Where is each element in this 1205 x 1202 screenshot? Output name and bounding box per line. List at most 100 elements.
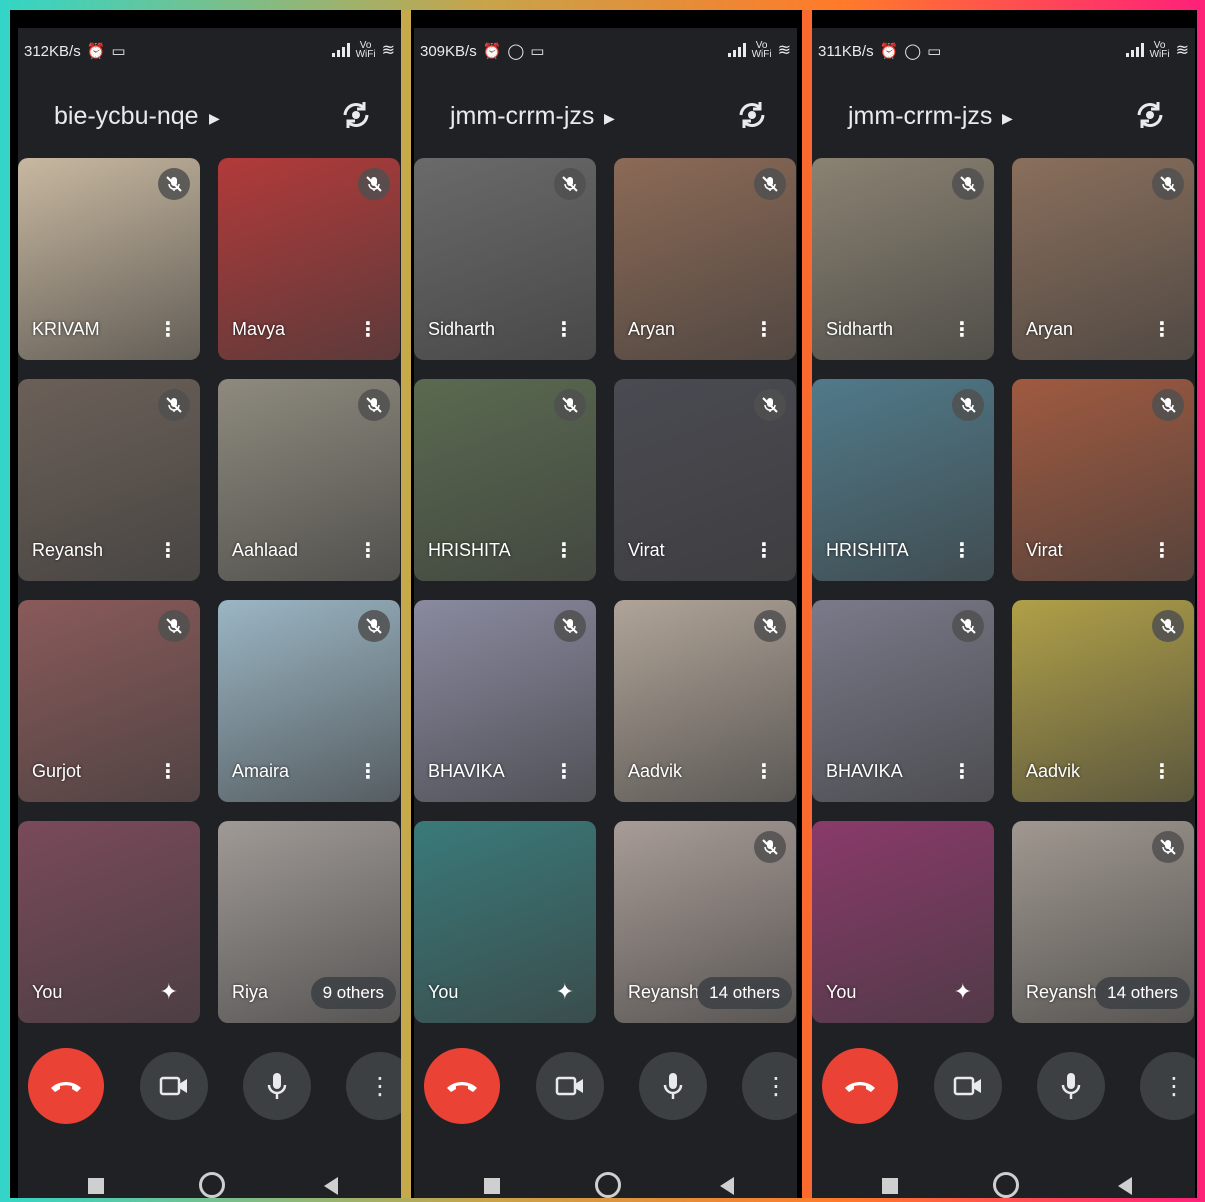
more-options-icon[interactable]: ⋮ xyxy=(1152,317,1172,342)
participant-tile[interactable]: KRIVAM ⋮ xyxy=(18,158,200,360)
participant-name: You xyxy=(428,982,459,1002)
participant-tile[interactable]: Virat ⋮ xyxy=(614,379,796,581)
others-count-badge[interactable]: 14 others xyxy=(1095,977,1190,1009)
caret-right-icon[interactable]: ▶ xyxy=(1002,110,1013,127)
participant-name: Virat xyxy=(628,540,665,560)
meeting-code[interactable]: jmm-crrm-jzs xyxy=(848,102,992,131)
participant-tile[interactable]: Mavya ⋮ xyxy=(218,158,400,360)
back-button[interactable] xyxy=(324,1177,338,1195)
more-options-icon[interactable]: ⋮ xyxy=(952,759,972,784)
microphone-button[interactable] xyxy=(1037,1052,1105,1120)
call-controls: ⋮ xyxy=(812,1048,1195,1124)
call-controls: ⋮ xyxy=(18,1048,401,1124)
participant-tile[interactable]: You ✦ xyxy=(414,821,596,1023)
participant-tile[interactable]: BHAVIKA ⋮ xyxy=(414,600,596,802)
participant-tile[interactable]: Aadvik ⋮ xyxy=(614,600,796,802)
more-options-button[interactable]: ⋮ xyxy=(1140,1052,1195,1120)
end-call-button[interactable] xyxy=(822,1048,898,1124)
effects-icon[interactable]: ✦ xyxy=(954,979,972,1005)
participant-tile[interactable]: You ✦ xyxy=(18,821,200,1023)
network-speed: 312KB/s xyxy=(24,42,81,60)
camera-toggle-button[interactable] xyxy=(140,1052,208,1120)
participant-tile[interactable]: Reyansh 14 others xyxy=(1012,821,1194,1023)
end-call-button[interactable] xyxy=(424,1048,500,1124)
participant-tile[interactable]: Gurjot ⋮ xyxy=(18,600,200,802)
participant-tile[interactable]: Aahlaad ⋮ xyxy=(218,379,400,581)
participant-tile[interactable]: Aryan ⋮ xyxy=(614,158,796,360)
participant-name: Amaira xyxy=(232,761,290,781)
more-options-icon[interactable]: ⋮ xyxy=(554,317,574,342)
participant-tile[interactable]: HRISHITA ⋮ xyxy=(812,379,994,581)
status-right: Vo WiFi ≋ xyxy=(727,40,791,60)
more-options-icon[interactable]: ⋮ xyxy=(1152,759,1172,784)
more-options-icon[interactable]: ⋮ xyxy=(754,538,774,563)
more-options-button[interactable]: ⋮ xyxy=(346,1052,401,1120)
participant-tile[interactable]: BHAVIKA ⋮ xyxy=(812,600,994,802)
participant-tile[interactable]: Sidharth ⋮ xyxy=(414,158,596,360)
others-count-badge[interactable]: 14 others xyxy=(697,977,792,1009)
status-left: 311KB/s ⏰ ◯ ▭ xyxy=(818,42,942,61)
switch-camera-icon[interactable] xyxy=(1131,96,1169,134)
more-options-icon[interactable]: ⋮ xyxy=(358,317,378,342)
back-button[interactable] xyxy=(720,1177,734,1195)
microphone-button[interactable] xyxy=(639,1052,707,1120)
more-options-icon[interactable]: ⋮ xyxy=(554,538,574,563)
participant-name: Virat xyxy=(1026,540,1063,560)
volte-indicator: Vo WiFi xyxy=(1150,41,1170,60)
status-right: Vo WiFi ≋ xyxy=(1125,40,1189,60)
participant-tile[interactable]: Sidharth ⋮ xyxy=(812,158,994,360)
end-call-button[interactable] xyxy=(28,1048,104,1124)
more-options-icon[interactable]: ⋮ xyxy=(754,317,774,342)
participant-tile[interactable]: Riya 9 others xyxy=(218,821,400,1023)
meeting-code[interactable]: bie-ycbu-nqe xyxy=(54,102,199,131)
participant-name: Reyansh xyxy=(1026,982,1098,1002)
more-options-icon[interactable]: ⋮ xyxy=(952,538,972,563)
participant-name: Sidharth xyxy=(826,319,894,339)
recents-button[interactable] xyxy=(484,1178,500,1194)
camera-toggle-button[interactable] xyxy=(934,1052,1002,1120)
more-options-icon[interactable]: ⋮ xyxy=(1152,538,1172,563)
recents-button[interactable] xyxy=(88,1178,104,1194)
participant-tile[interactable]: Virat ⋮ xyxy=(1012,379,1194,581)
switch-camera-icon[interactable] xyxy=(733,96,771,134)
more-options-icon[interactable]: ⋮ xyxy=(754,759,774,784)
microphone-button[interactable] xyxy=(243,1052,311,1120)
mic-off-icon xyxy=(754,831,786,863)
switch-camera-icon[interactable] xyxy=(337,96,375,134)
participant-tile[interactable]: Reyansh ⋮ xyxy=(18,379,200,581)
more-options-icon[interactable]: ⋮ xyxy=(952,317,972,342)
more-options-icon[interactable]: ⋮ xyxy=(358,538,378,563)
mic-off-icon xyxy=(358,610,390,642)
back-button[interactable] xyxy=(1118,1177,1132,1195)
participant-tile[interactable]: HRISHITA ⋮ xyxy=(414,379,596,581)
others-count-badge[interactable]: 9 others xyxy=(310,977,396,1009)
caret-right-icon[interactable]: ▶ xyxy=(604,110,615,127)
more-options-button[interactable]: ⋮ xyxy=(742,1052,797,1120)
participant-tile[interactable]: You ✦ xyxy=(812,821,994,1023)
participant-name: BHAVIKA xyxy=(826,761,903,781)
camera-status-icon: ▭ xyxy=(927,43,942,60)
more-options-icon[interactable]: ⋮ xyxy=(554,759,574,784)
meeting-code[interactable]: jmm-crrm-jzs xyxy=(450,102,594,131)
home-button[interactable] xyxy=(595,1172,621,1198)
more-options-icon[interactable]: ⋮ xyxy=(358,759,378,784)
effects-icon[interactable]: ✦ xyxy=(160,979,178,1005)
caret-right-icon[interactable]: ▶ xyxy=(209,110,220,127)
recents-button[interactable] xyxy=(882,1178,898,1194)
camera-toggle-button[interactable] xyxy=(536,1052,604,1120)
participant-tile[interactable]: Aryan ⋮ xyxy=(1012,158,1194,360)
mic-off-icon xyxy=(158,610,190,642)
home-button[interactable] xyxy=(993,1172,1019,1198)
participant-tile[interactable]: Amaira ⋮ xyxy=(218,600,400,802)
more-options-icon[interactable]: ⋮ xyxy=(158,317,178,342)
mic-off-icon xyxy=(754,168,786,200)
participant-tile[interactable]: Aadvik ⋮ xyxy=(1012,600,1194,802)
more-options-icon[interactable]: ⋮ xyxy=(158,538,178,563)
more-options-icon[interactable]: ⋮ xyxy=(158,759,178,784)
screenshot-collage: 312KB/s ⏰ ▭ Vo WiFi ≋ bie-ycbu-nqe ▶ KRIVAM ⋮ Mavy… xyxy=(10,10,1197,1198)
participant-tile[interactable]: Reyansh 14 others xyxy=(614,821,796,1023)
home-button[interactable] xyxy=(199,1172,225,1198)
status-bar: 309KB/s ⏰ ◯ ▭ Vo WiFi ≋ xyxy=(414,28,797,72)
effects-icon[interactable]: ✦ xyxy=(556,979,574,1005)
wifi-icon: ≋ xyxy=(1175,42,1189,59)
